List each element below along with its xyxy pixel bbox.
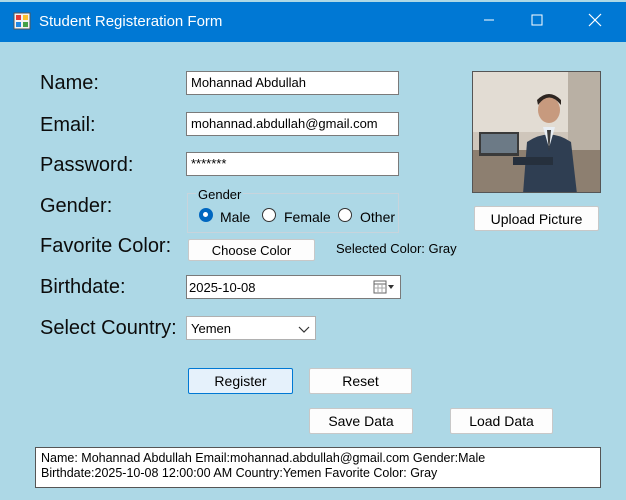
form-app-icon xyxy=(13,12,31,30)
minimize-icon xyxy=(483,13,495,31)
main-window: Student Registeration Form Name: Email: … xyxy=(0,0,626,500)
email-field[interactable]: mohannad.abdullah@gmail.com xyxy=(186,112,399,136)
gender-label: Gender: xyxy=(40,195,113,217)
summary-output[interactable]: Name: Mohannad Abdullah Email:mohannad.a… xyxy=(35,447,601,488)
maximize-icon xyxy=(531,13,543,31)
summary-line-1: Name: Mohannad Abdullah Email:mohannad.a… xyxy=(41,451,486,465)
calendar-icon[interactable] xyxy=(373,280,395,297)
birthdate-label: Birthdate: xyxy=(40,276,126,298)
register-button[interactable]: Register xyxy=(188,368,293,394)
maximize-button[interactable] xyxy=(514,2,560,42)
gender-male-radio[interactable] xyxy=(199,208,213,222)
choose-color-button[interactable]: Choose Color xyxy=(188,239,315,261)
password-field[interactable]: ******* xyxy=(186,152,399,176)
window-title: Student Registeration Form xyxy=(39,13,223,30)
password-label: Password: xyxy=(40,154,134,176)
upload-picture-button[interactable]: Upload Picture xyxy=(474,206,599,231)
close-button[interactable] xyxy=(572,2,618,42)
gender-female-label[interactable]: Female xyxy=(284,209,331,225)
save-data-button[interactable]: Save Data xyxy=(309,408,413,434)
minimize-button[interactable] xyxy=(466,2,512,42)
summary-line-2: Birthdate:2025-10-08 12:00:00 AM Country… xyxy=(41,466,438,480)
profile-picture xyxy=(472,71,601,193)
name-label: Name: xyxy=(40,72,99,94)
chevron-down-icon[interactable] xyxy=(298,322,310,337)
gender-male-label[interactable]: Male xyxy=(220,209,250,225)
birthdate-picker[interactable]: 2025-10-08 xyxy=(186,275,401,299)
reset-button[interactable]: Reset xyxy=(309,368,412,394)
gender-other-label[interactable]: Other xyxy=(360,209,395,225)
gender-group-title: Gender xyxy=(196,187,244,202)
name-field[interactable]: Mohannad Abdullah xyxy=(186,71,399,95)
country-select[interactable]: Yemen xyxy=(186,316,316,340)
gender-other-radio[interactable] xyxy=(338,208,352,222)
favorite-color-label: Favorite Color: xyxy=(40,235,172,257)
close-icon xyxy=(588,13,602,32)
load-data-button[interactable]: Load Data xyxy=(450,408,553,434)
birthdate-value: 2025-10-08 xyxy=(189,280,256,295)
select-country-label: Select Country: xyxy=(40,317,177,339)
gender-female-radio[interactable] xyxy=(262,208,276,222)
title-bar[interactable]: Student Registeration Form xyxy=(0,2,626,42)
country-value: Yemen xyxy=(191,321,231,336)
email-label: Email: xyxy=(40,114,96,136)
selected-color-text: Selected Color: Gray xyxy=(336,241,457,256)
